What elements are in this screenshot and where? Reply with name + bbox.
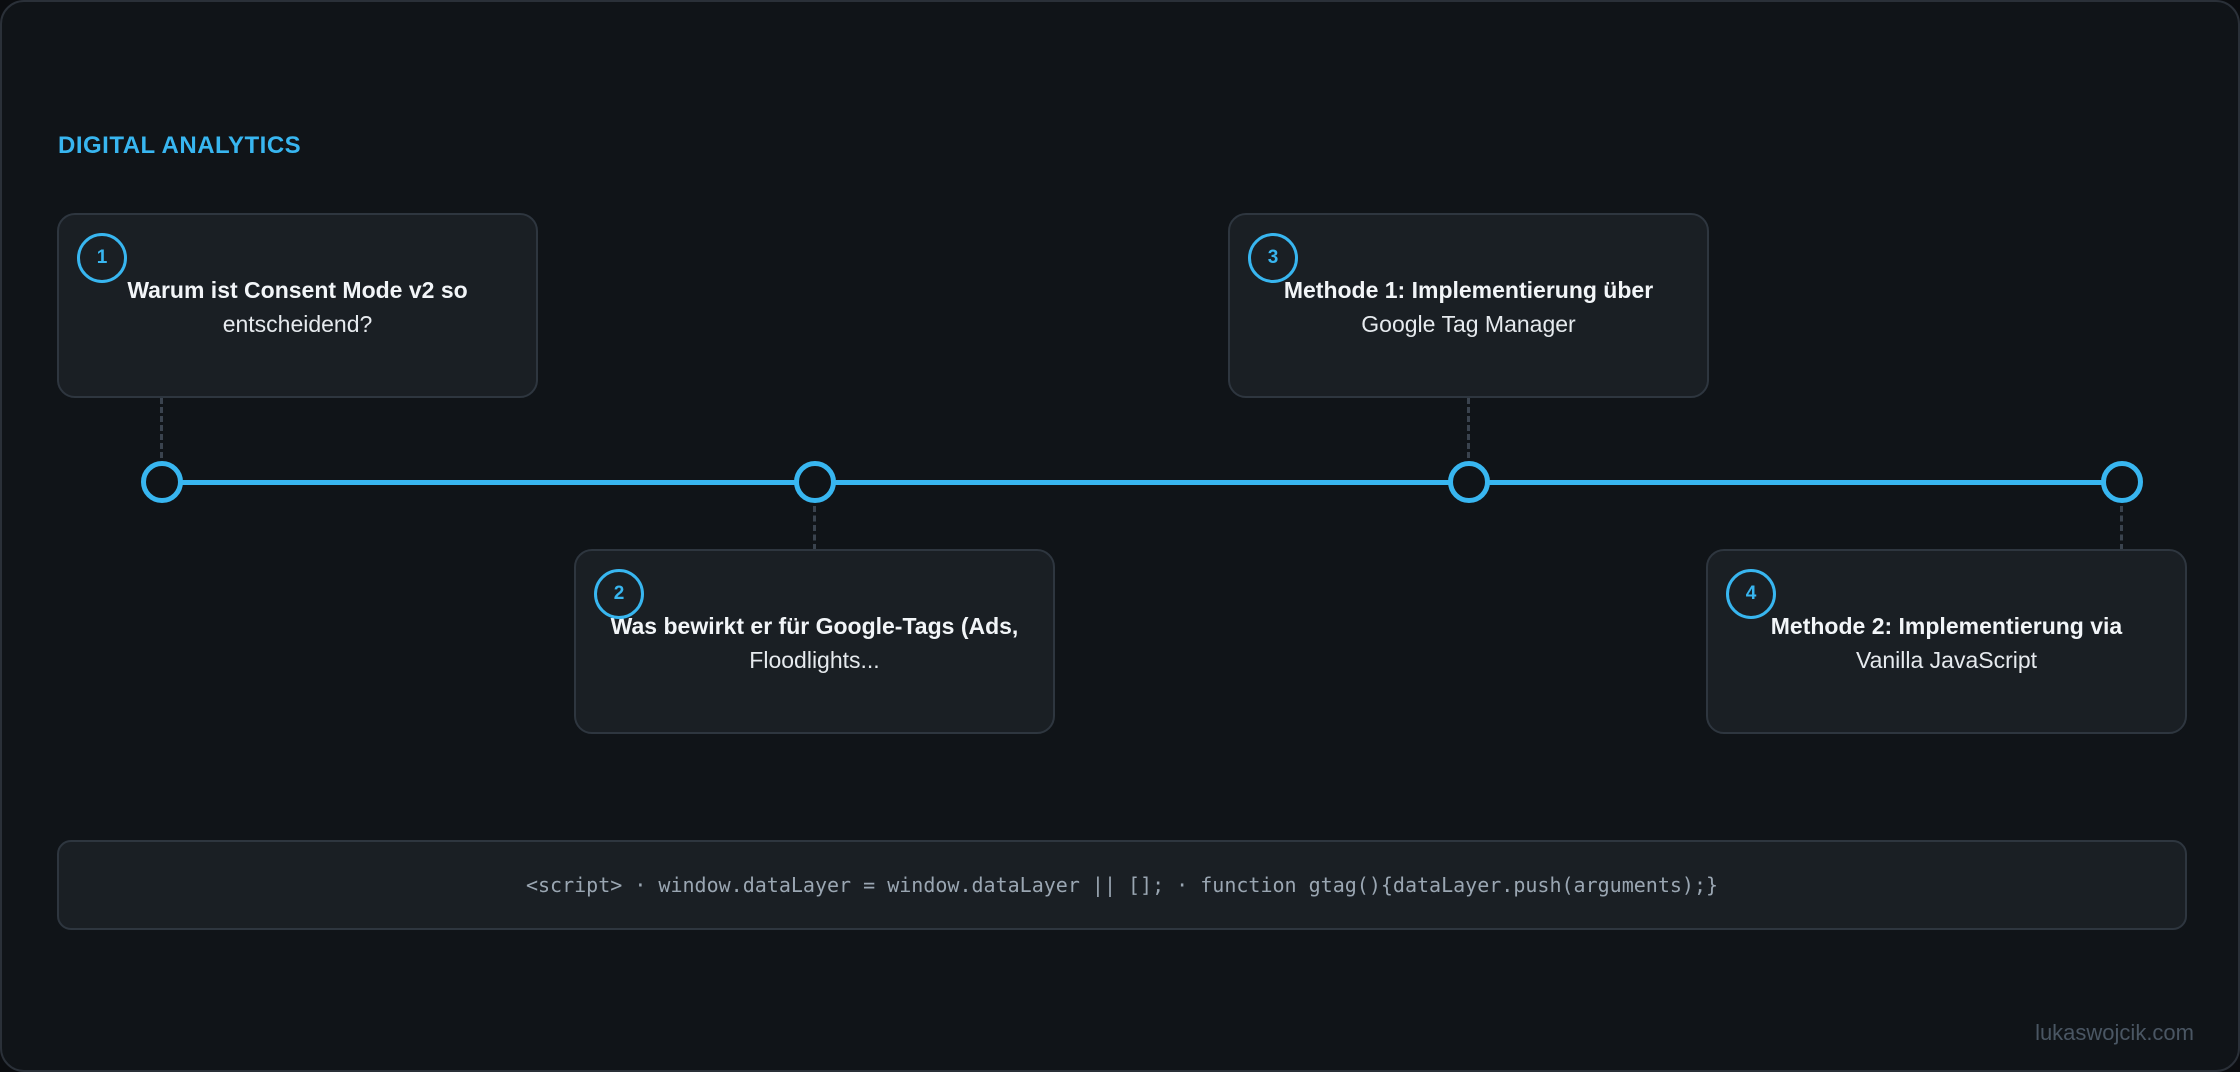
timeline-node-4 — [2101, 461, 2143, 503]
step-card-2: 2 Was bewirkt er für Google-Tags (Ads, F… — [574, 549, 1055, 734]
step-number-badge: 2 — [594, 569, 644, 619]
step-number-badge: 1 — [77, 233, 127, 283]
step-number-badge: 3 — [1248, 233, 1298, 283]
code-snippet-text: <script> · window.dataLayer = window.dat… — [525, 873, 1719, 897]
step-subtitle: Vanilla JavaScript — [1855, 647, 2038, 673]
step-title: Was bewirkt er für Google-Tags (Ads, — [610, 613, 1019, 639]
step-card-1: 1 Warum ist Consent Mode v2 so entscheid… — [57, 213, 538, 398]
timeline-node-3 — [1448, 461, 1490, 503]
connector-3 — [1467, 398, 1470, 458]
step-title: Methode 1: Implementierung über — [1283, 277, 1654, 303]
step-subtitle: entscheidend? — [222, 311, 373, 337]
slide-frame: DIGITAL ANALYTICS 1 Warum ist Consent Mo… — [0, 0, 2240, 1072]
step-subtitle: Google Tag Manager — [1361, 311, 1576, 337]
step-title: Methode 2: Implementierung via — [1770, 613, 2123, 639]
connector-1 — [160, 398, 163, 458]
connector-2 — [813, 506, 816, 550]
connector-4 — [2120, 506, 2123, 550]
step-card-4: 4 Methode 2: Implementierung via Vanilla… — [1706, 549, 2187, 734]
section-eyebrow: DIGITAL ANALYTICS — [58, 132, 302, 159]
timeline-axis — [162, 480, 2122, 485]
step-title: Warum ist Consent Mode v2 so — [127, 277, 468, 303]
timeline-node-1 — [141, 461, 183, 503]
code-snippet-bar: <script> · window.dataLayer = window.dat… — [57, 840, 2187, 930]
step-number-badge: 4 — [1726, 569, 1776, 619]
timeline-node-2 — [794, 461, 836, 503]
step-subtitle: Floodlights... — [749, 647, 880, 673]
step-card-3: 3 Methode 1: Implementierung über Google… — [1228, 213, 1709, 398]
footer-site-label: lukaswojcik.com — [2035, 1020, 2194, 1045]
